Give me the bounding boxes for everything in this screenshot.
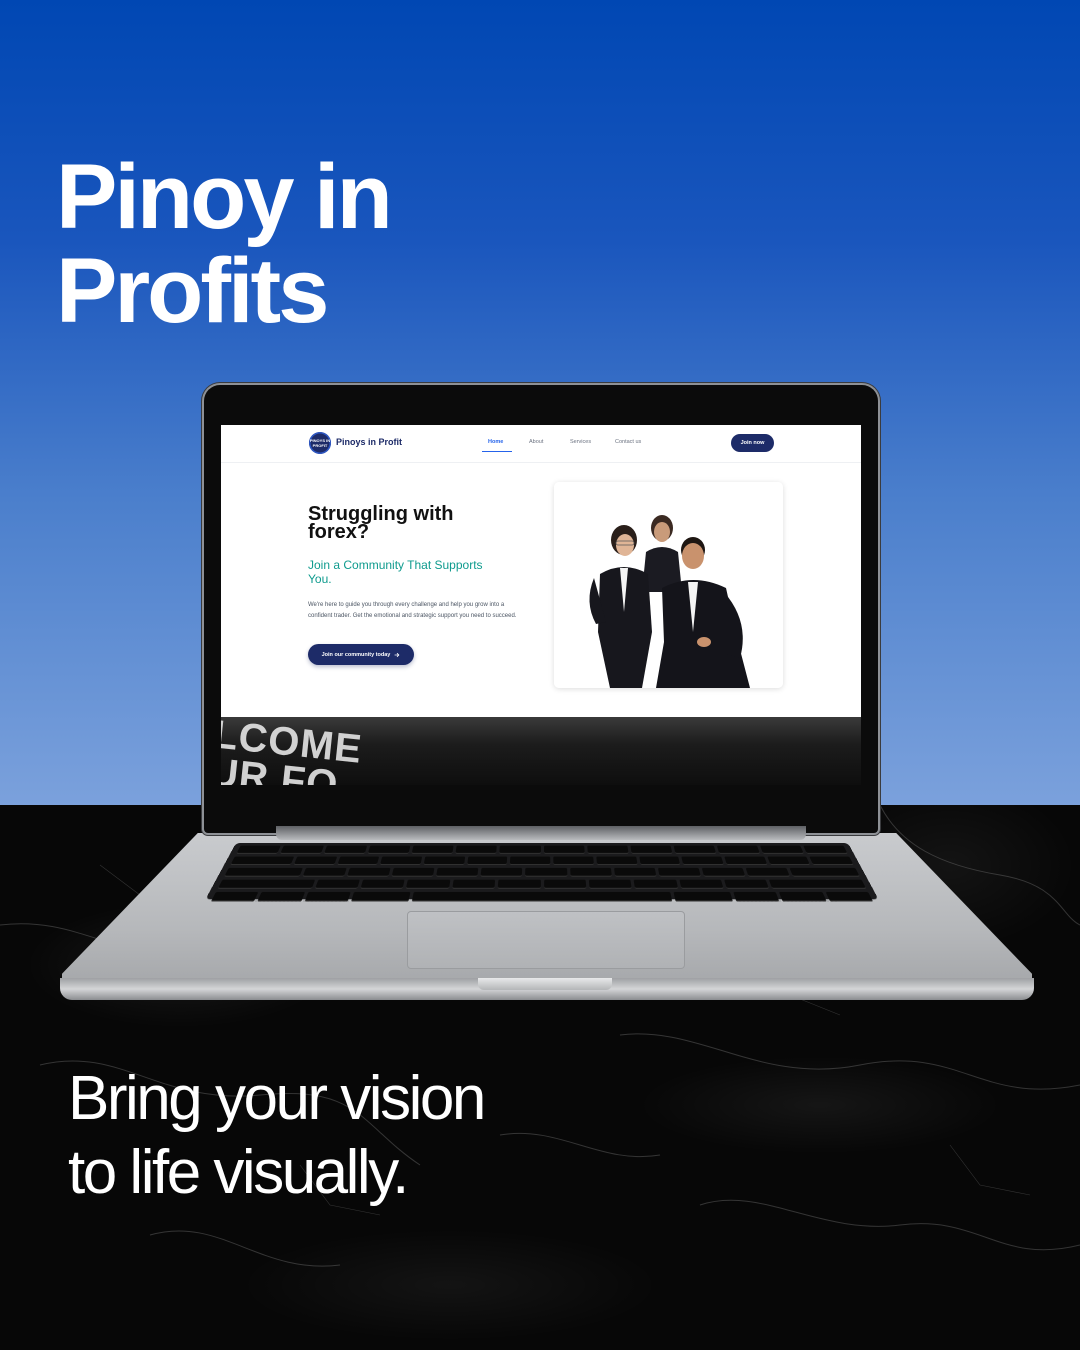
website-navbar: PINOYS IN PROFIT Pinoys in Profit Home A…	[221, 425, 861, 463]
nav-link-about[interactable]: About	[529, 439, 543, 445]
nav-active-underline	[482, 451, 512, 452]
laptop-lid-notch	[478, 978, 612, 990]
site-logo[interactable]: PINOYS IN PROFIT	[309, 432, 331, 454]
join-community-button[interactable]: Join our community today	[308, 644, 414, 665]
welcome-banner-section: LCOME UR FO	[221, 717, 861, 785]
nav-link-services[interactable]: Services	[570, 439, 591, 445]
arrow-right-icon	[394, 652, 400, 657]
team-photo	[554, 482, 783, 688]
team-photo-card	[554, 482, 783, 688]
laptop-screen: PINOYS IN PROFIT Pinoys in Profit Home A…	[221, 425, 861, 785]
tagline: Bring your vision to life visually.	[68, 1062, 628, 1210]
hero-title: Struggling with forex?	[308, 503, 454, 543]
cta-label: Join our community today	[321, 651, 391, 658]
headline: Pinoy in Profits	[56, 150, 656, 338]
tagline-line-2: to life visually.	[68, 1138, 409, 1207]
laptop-hinge	[276, 826, 806, 840]
nav-link-contact[interactable]: Contact us	[615, 439, 641, 445]
laptop-keyboard	[205, 843, 879, 902]
hero-description: We're here to guide you through every ch…	[308, 602, 517, 619]
laptop-trackpad	[407, 911, 685, 969]
headline-line-2: Profits	[56, 240, 329, 342]
tagline-line-1: Bring your vision	[68, 1064, 486, 1133]
headline-line-1: Pinoy in	[56, 146, 393, 248]
nav-link-home[interactable]: Home	[488, 439, 503, 445]
site-brand-name[interactable]: Pinoys in Profit	[336, 437, 402, 447]
hero-subtitle: Join a Community That Supports You.	[308, 558, 483, 586]
banner-sign-text: LCOME UR FO	[221, 717, 364, 785]
join-now-button[interactable]: Join now	[731, 434, 774, 452]
